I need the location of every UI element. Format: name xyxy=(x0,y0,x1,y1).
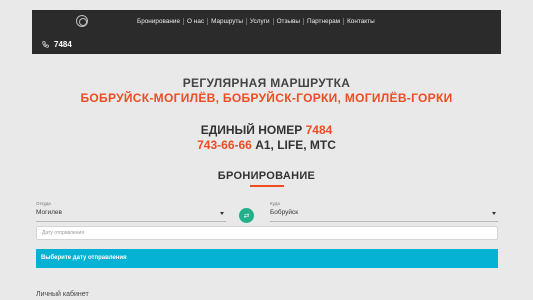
nav-item-contacts[interactable]: Контакты xyxy=(347,18,375,25)
nav-item-partners[interactable]: Партнерам xyxy=(307,18,340,25)
swap-direction-button[interactable]: ⇄ xyxy=(239,208,254,223)
to-select[interactable]: Куда Бобруйск xyxy=(270,201,498,222)
personal-cabinet-link[interactable]: Личный кабинет xyxy=(36,291,89,298)
title-underline xyxy=(250,185,284,187)
hero-title: РЕГУЛЯРНАЯ МАРШРУТКА xyxy=(182,76,351,90)
nav-item-reviews[interactable]: Отзывы xyxy=(277,18,300,25)
hero-operators-line: 743-66-66 А1, LIFE, МТС xyxy=(0,138,533,153)
hero-operators: А1, LIFE, МТС xyxy=(255,138,336,152)
nav-item-booking[interactable]: Бронирование xyxy=(137,18,180,25)
to-value: Бобруйск xyxy=(270,209,299,216)
main-nav: Бронирование О нас Маршруты Услуги Отзыв… xyxy=(137,18,375,25)
nav-item-services[interactable]: Услуги xyxy=(250,18,270,25)
nav-divider xyxy=(303,18,304,25)
from-select[interactable]: Откуда Могилев xyxy=(36,201,226,222)
hero-number-label: ЕДИНЫЙ НОМЕР xyxy=(200,123,303,137)
nav-divider xyxy=(245,18,247,25)
nav-divider xyxy=(272,18,274,25)
to-label: Куда xyxy=(270,201,280,206)
hero-section: РЕГУЛЯРНАЯ МАРШРУТКА БОБРУЙСК-МОГИЛЁВ, Б… xyxy=(0,76,533,153)
hero-number-short[interactable]: 7484 xyxy=(306,123,333,137)
nav-item-about[interactable]: О нас xyxy=(187,18,204,25)
nav-item-routes[interactable]: Маршруты xyxy=(211,18,243,25)
chevron-down-icon xyxy=(492,212,496,215)
nav-divider xyxy=(343,18,345,25)
booking-title: БРОНИРОВАНИЕ xyxy=(217,170,316,182)
header-phone[interactable]: 7484 xyxy=(42,40,72,49)
hero-routes: БОБРУЙСК-МОГИЛЁВ, БОБРУЙСК-ГОРКИ, МОГИЛЁ… xyxy=(80,91,453,105)
nav-divider xyxy=(183,18,185,25)
hero-number-line: ЕДИНЫЙ НОМЕР 7484 xyxy=(0,123,533,138)
hero-number-full[interactable]: 743-66-66 xyxy=(197,138,252,152)
nav-divider xyxy=(207,18,209,25)
header-phone-number: 7484 xyxy=(54,40,72,49)
chevron-down-icon xyxy=(220,212,224,215)
site-header: Бронирование О нас Маршруты Услуги Отзыв… xyxy=(32,10,501,54)
logo-icon[interactable] xyxy=(76,15,88,27)
departure-date-input[interactable]: Дату отправления xyxy=(36,226,498,240)
from-label: Откуда xyxy=(36,201,51,206)
date-alert: Выберите дату отправления xyxy=(36,249,498,268)
phone-icon xyxy=(42,41,49,48)
swap-icon: ⇄ xyxy=(243,212,250,220)
from-value: Могилев xyxy=(36,209,62,216)
